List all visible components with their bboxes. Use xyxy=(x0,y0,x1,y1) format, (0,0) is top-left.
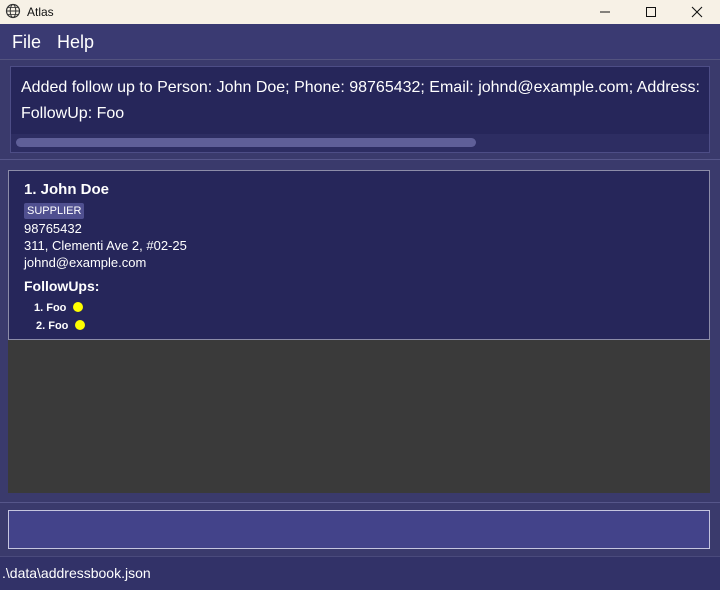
maximize-button[interactable] xyxy=(628,0,674,24)
maximize-icon xyxy=(646,7,656,17)
person-email: johnd@example.com xyxy=(24,255,147,270)
status-file-path: .\data\addressbook.json xyxy=(2,565,151,581)
menu-file[interactable]: File xyxy=(12,32,41,53)
followups-title: FollowUps: xyxy=(24,278,100,294)
status-bar: .\data\addressbook.json xyxy=(0,556,720,590)
person-tag: SUPPLIER xyxy=(24,203,85,219)
menu-help[interactable]: Help xyxy=(57,32,94,53)
divider xyxy=(0,159,720,160)
followup-item: 1. Foo xyxy=(34,302,67,314)
close-button[interactable] xyxy=(674,0,720,24)
scrollbar-thumb[interactable] xyxy=(16,138,476,147)
result-display[interactable]: Added follow up to Person: John Doe; Pho… xyxy=(10,66,710,153)
title-bar: Atlas xyxy=(0,0,720,24)
menu-bar: File Help xyxy=(0,24,720,60)
followup-status-dot xyxy=(73,302,83,312)
person-address: 311, Clementi Ave 2, #02-25 xyxy=(24,238,187,253)
person-phone: 98765432 xyxy=(24,221,82,236)
person-card[interactable]: 1. John Doe SUPPLIER 98765432 311, Cleme… xyxy=(8,170,710,340)
followup-status-dot xyxy=(75,320,85,330)
result-text: Added follow up to Person: John Doe; Pho… xyxy=(21,79,700,122)
minimize-icon xyxy=(600,11,610,13)
minimize-button[interactable] xyxy=(582,0,628,24)
followup-item: 2. Foo xyxy=(36,320,69,332)
person-list[interactable]: 1. John Doe SUPPLIER 98765432 311, Cleme… xyxy=(8,170,710,493)
divider xyxy=(0,502,720,503)
command-input[interactable] xyxy=(8,510,710,549)
globe-icon xyxy=(5,3,21,19)
close-icon xyxy=(691,6,703,18)
person-name: 1. John Doe xyxy=(24,181,110,198)
window-title: Atlas xyxy=(27,5,54,19)
horizontal-scrollbar[interactable] xyxy=(11,134,709,152)
